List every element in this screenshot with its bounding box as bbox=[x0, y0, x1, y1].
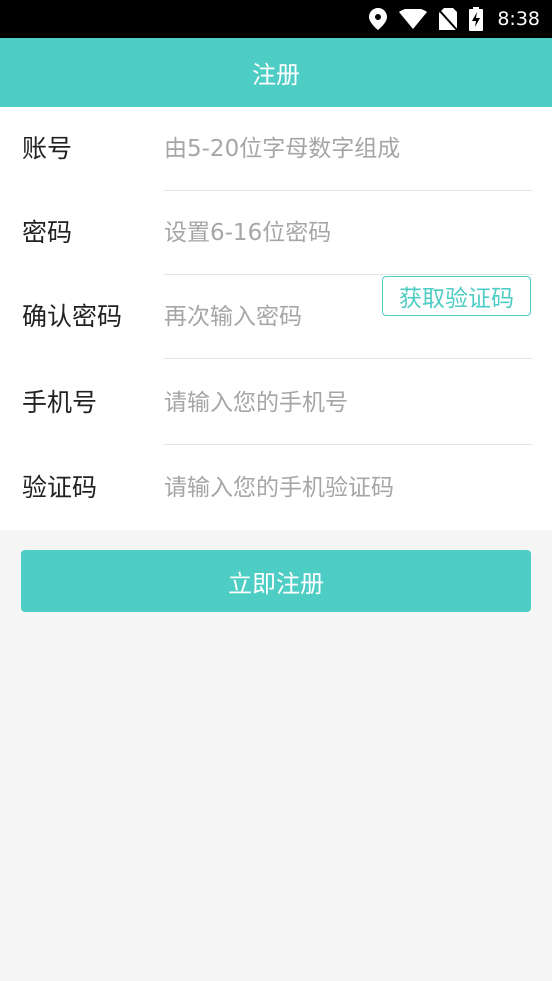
page-title: 注册 bbox=[252, 61, 300, 89]
divider bbox=[164, 358, 532, 359]
code-row: 验证码 请输入您的手机验证码 bbox=[0, 446, 552, 530]
battery-charging-icon bbox=[469, 7, 484, 31]
register-button[interactable]: 立即注册 bbox=[21, 550, 531, 612]
phone-input[interactable]: 请输入您的手机号 bbox=[164, 361, 348, 445]
status-bar: 8:38 bbox=[0, 0, 552, 38]
password-input[interactable]: 设置6-16位密码 bbox=[164, 191, 331, 275]
no-sim-icon bbox=[439, 8, 458, 30]
account-row: 账号 由5-20位字母数字组成 bbox=[0, 107, 552, 191]
phone-row: 手机号 请输入您的手机号 bbox=[0, 361, 552, 445]
code-input[interactable]: 请输入您的手机验证码 bbox=[164, 446, 394, 530]
location-icon bbox=[369, 8, 388, 30]
divider bbox=[164, 444, 532, 445]
get-code-button[interactable]: 获取验证码 bbox=[382, 276, 531, 316]
account-input[interactable]: 由5-20位字母数字组成 bbox=[164, 107, 400, 191]
status-time: 8:38 bbox=[497, 8, 540, 30]
account-label: 账号 bbox=[22, 134, 73, 163]
code-label: 验证码 bbox=[22, 473, 98, 502]
register-form: 账号 由5-20位字母数字组成 密码 设置6-16位密码 确认密码 再次输入密码… bbox=[0, 107, 552, 530]
confirm-password-input[interactable]: 再次输入密码 bbox=[164, 275, 302, 359]
phone-label: 手机号 bbox=[22, 388, 98, 417]
wifi-icon bbox=[399, 9, 428, 29]
title-bar: 注册 bbox=[0, 38, 552, 107]
confirm-password-label: 确认密码 bbox=[22, 302, 123, 331]
password-label: 密码 bbox=[22, 218, 73, 247]
password-row: 密码 设置6-16位密码 bbox=[0, 191, 552, 275]
